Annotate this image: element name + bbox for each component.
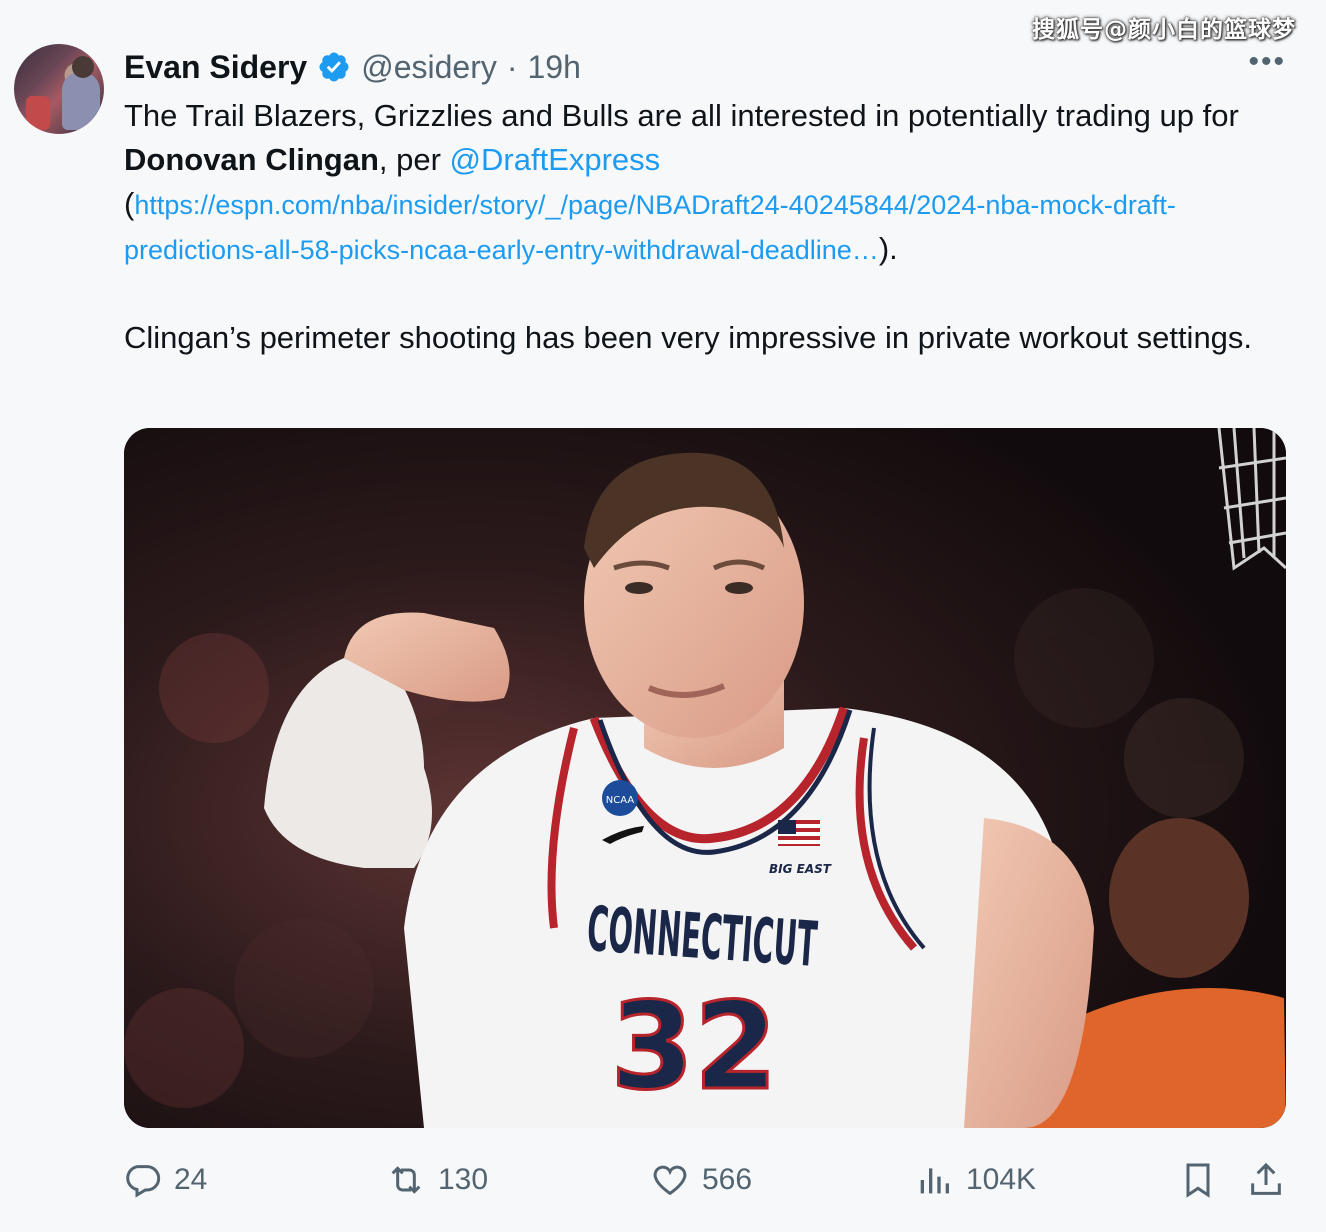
- big-east-patch: BIG EAST: [769, 862, 832, 876]
- reply-icon: [126, 1165, 161, 1198]
- separator-dot: ·: [506, 48, 518, 85]
- reply-button[interactable]: 24: [122, 1160, 207, 1200]
- bold-name: Donovan Clingan: [124, 142, 379, 177]
- watermark: 搜狐号@颜小白的篮球梦: [1032, 17, 1296, 43]
- like-button[interactable]: 566: [650, 1160, 752, 1200]
- author-name[interactable]: Evan Sidery: [124, 49, 307, 86]
- verified-badge-icon: [319, 52, 349, 82]
- views-button[interactable]: 104K: [914, 1160, 1036, 1200]
- like-count: 566: [702, 1163, 753, 1196]
- tweet-paragraph-1: The Trail Blazers, Grizzlies and Bulls a…: [124, 94, 1294, 272]
- view-count: 104K: [966, 1163, 1037, 1196]
- heart-icon: [653, 1165, 687, 1196]
- player-photo: NCAA BIG EAST CONNECTICUT 32: [124, 428, 1286, 1128]
- paren-close: ).: [878, 231, 898, 266]
- tweet-header: Evan Sidery @esidery · 19h: [124, 44, 581, 90]
- jersey-number: 32: [611, 978, 778, 1117]
- bookmark-button[interactable]: [1178, 1160, 1218, 1200]
- repost-button[interactable]: 130: [386, 1160, 488, 1200]
- text-part: The Trail Blazers, Grizzlies and Bulls a…: [124, 98, 1239, 133]
- analytics-icon: [920, 1168, 949, 1194]
- ncaa-patch: NCAA: [606, 795, 635, 806]
- more-options-icon[interactable]: •••: [1248, 47, 1286, 77]
- tweet-text: The Trail Blazers, Grizzlies and Bulls a…: [124, 94, 1294, 360]
- share-icon: [1251, 1162, 1281, 1195]
- tweet-card: 搜狐号@颜小白的篮球梦 Evan Sidery @esidery · 19h •…: [0, 0, 1326, 1232]
- bookmark-icon: [1186, 1163, 1210, 1198]
- timestamp[interactable]: 19h: [528, 49, 581, 86]
- author-handle[interactable]: @esidery: [361, 49, 497, 86]
- action-bar: 24 130 566 104K: [0, 1150, 1326, 1210]
- repost-count: 130: [438, 1163, 489, 1196]
- paren-open: (: [124, 186, 135, 221]
- tweet-paragraph-2: Clingan’s perimeter shooting has been ve…: [124, 320, 1253, 355]
- reply-count: 24: [174, 1163, 208, 1196]
- repost-icon: [391, 1166, 421, 1194]
- mention-link[interactable]: @DraftExpress: [450, 142, 661, 177]
- url-link[interactable]: https://espn.com/nba/insider/story/_/pag…: [124, 190, 1176, 265]
- avatar[interactable]: [14, 44, 104, 134]
- share-button[interactable]: [1246, 1160, 1286, 1200]
- text-part: , per: [378, 142, 450, 177]
- tweet-photo[interactable]: NCAA BIG EAST CONNECTICUT 32: [124, 428, 1286, 1128]
